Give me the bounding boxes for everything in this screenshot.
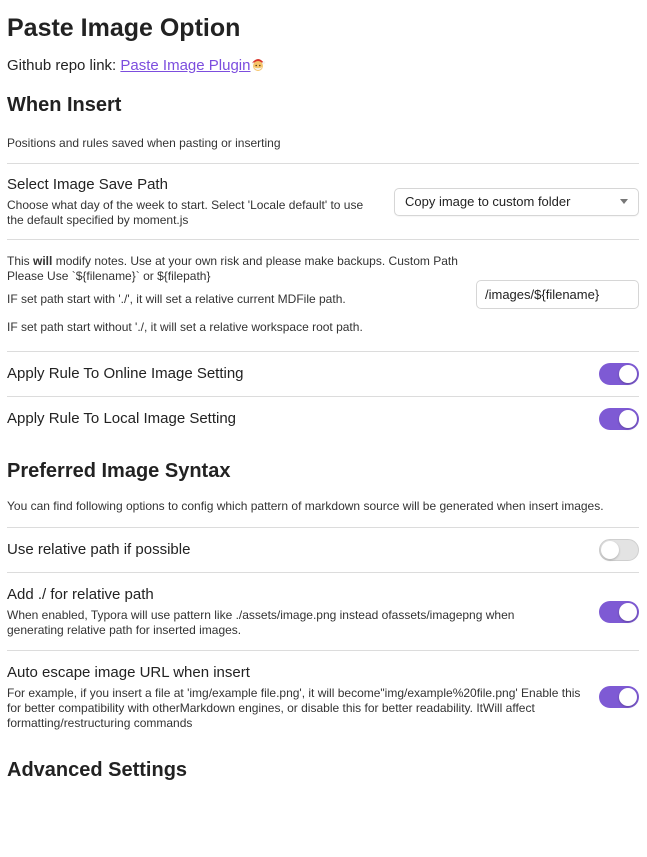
toggle-knob bbox=[619, 365, 637, 383]
setting-custom-path: This will modify notes. Use at your own … bbox=[7, 240, 639, 351]
setting-info: This will modify notes. Use at your own … bbox=[7, 254, 462, 335]
setting-name: Apply Rule To Local Image Setting bbox=[7, 410, 237, 427]
setting-name: Use relative path if possible bbox=[7, 541, 191, 558]
setting-relative-path: Use relative path if possible bbox=[7, 528, 639, 572]
local-rule-toggle[interactable] bbox=[599, 408, 639, 430]
add-dot-slash-toggle[interactable] bbox=[599, 600, 639, 623]
toggle-knob bbox=[619, 688, 637, 706]
settings-page: Paste Image Option Github repo link: Pas… bbox=[0, 0, 647, 783]
toggle-knob bbox=[619, 602, 637, 621]
section-heading-preferred-syntax: Preferred Image Syntax bbox=[7, 460, 231, 482]
custom-path-input[interactable] bbox=[476, 280, 639, 309]
setting-desc: Choose what day of the week to start. Se… bbox=[7, 198, 364, 227]
save-path-dropdown[interactable]: Copy image to custom folder bbox=[394, 187, 639, 216]
setting-info: Select Image Save Path Choose what day o… bbox=[7, 175, 377, 228]
section-heading-advanced: Advanced Settings bbox=[7, 759, 188, 781]
toggle-knob bbox=[619, 410, 637, 428]
setting-online-rule: Apply Rule To Online Image Setting bbox=[7, 352, 639, 396]
relative-path-toggle[interactable] bbox=[599, 539, 639, 561]
chevron-down-icon bbox=[620, 199, 628, 204]
repo-link[interactable]: Paste Image Plugin bbox=[120, 57, 250, 74]
repo-prefix: Github repo link: bbox=[7, 57, 121, 74]
setting-desc: This will modify notes. Use at your own … bbox=[7, 254, 458, 283]
rule-relative-md: IF set path start with './', it will set… bbox=[7, 292, 346, 306]
section-desc-when-insert: Positions and rules saved when pasting o… bbox=[7, 136, 281, 150]
setting-name: Add ./ for relative path bbox=[7, 586, 154, 603]
setting-name: Select Image Save Path bbox=[7, 176, 168, 193]
toggle-knob bbox=[601, 541, 619, 559]
setting-info: Auto escape image URL when insert For ex… bbox=[7, 663, 582, 731]
setting-add-dot-slash: Add ./ for relative path When enabled, T… bbox=[7, 573, 639, 650]
setting-desc: When enabled, Typora will use pattern li… bbox=[7, 608, 515, 637]
setting-info: Add ./ for relative path When enabled, T… bbox=[7, 585, 567, 638]
setting-save-path: Select Image Save Path Choose what day o… bbox=[7, 164, 639, 239]
setting-auto-escape: Auto escape image URL when insert For ex… bbox=[7, 651, 639, 743]
section-heading-when-insert: When Insert bbox=[7, 94, 122, 116]
section-desc-preferred-syntax: You can find following options to config… bbox=[7, 499, 604, 513]
setting-name: Apply Rule To Online Image Setting bbox=[7, 365, 244, 382]
setting-local-rule: Apply Rule To Local Image Setting bbox=[7, 397, 639, 441]
auto-escape-toggle[interactable] bbox=[599, 686, 639, 708]
dropdown-value: Copy image to custom folder bbox=[405, 194, 571, 209]
setting-name: Auto escape image URL when insert bbox=[7, 664, 250, 681]
online-rule-toggle[interactable] bbox=[599, 363, 639, 385]
repo-line: Github repo link: Paste Image Plugin bbox=[7, 56, 639, 76]
rule-workspace-root: IF set path start without './, it will s… bbox=[7, 320, 363, 334]
santa-face-icon bbox=[250, 56, 266, 72]
setting-desc: For example, if you insert a file at 'im… bbox=[7, 686, 581, 730]
page-title: Paste Image Option bbox=[7, 14, 241, 42]
